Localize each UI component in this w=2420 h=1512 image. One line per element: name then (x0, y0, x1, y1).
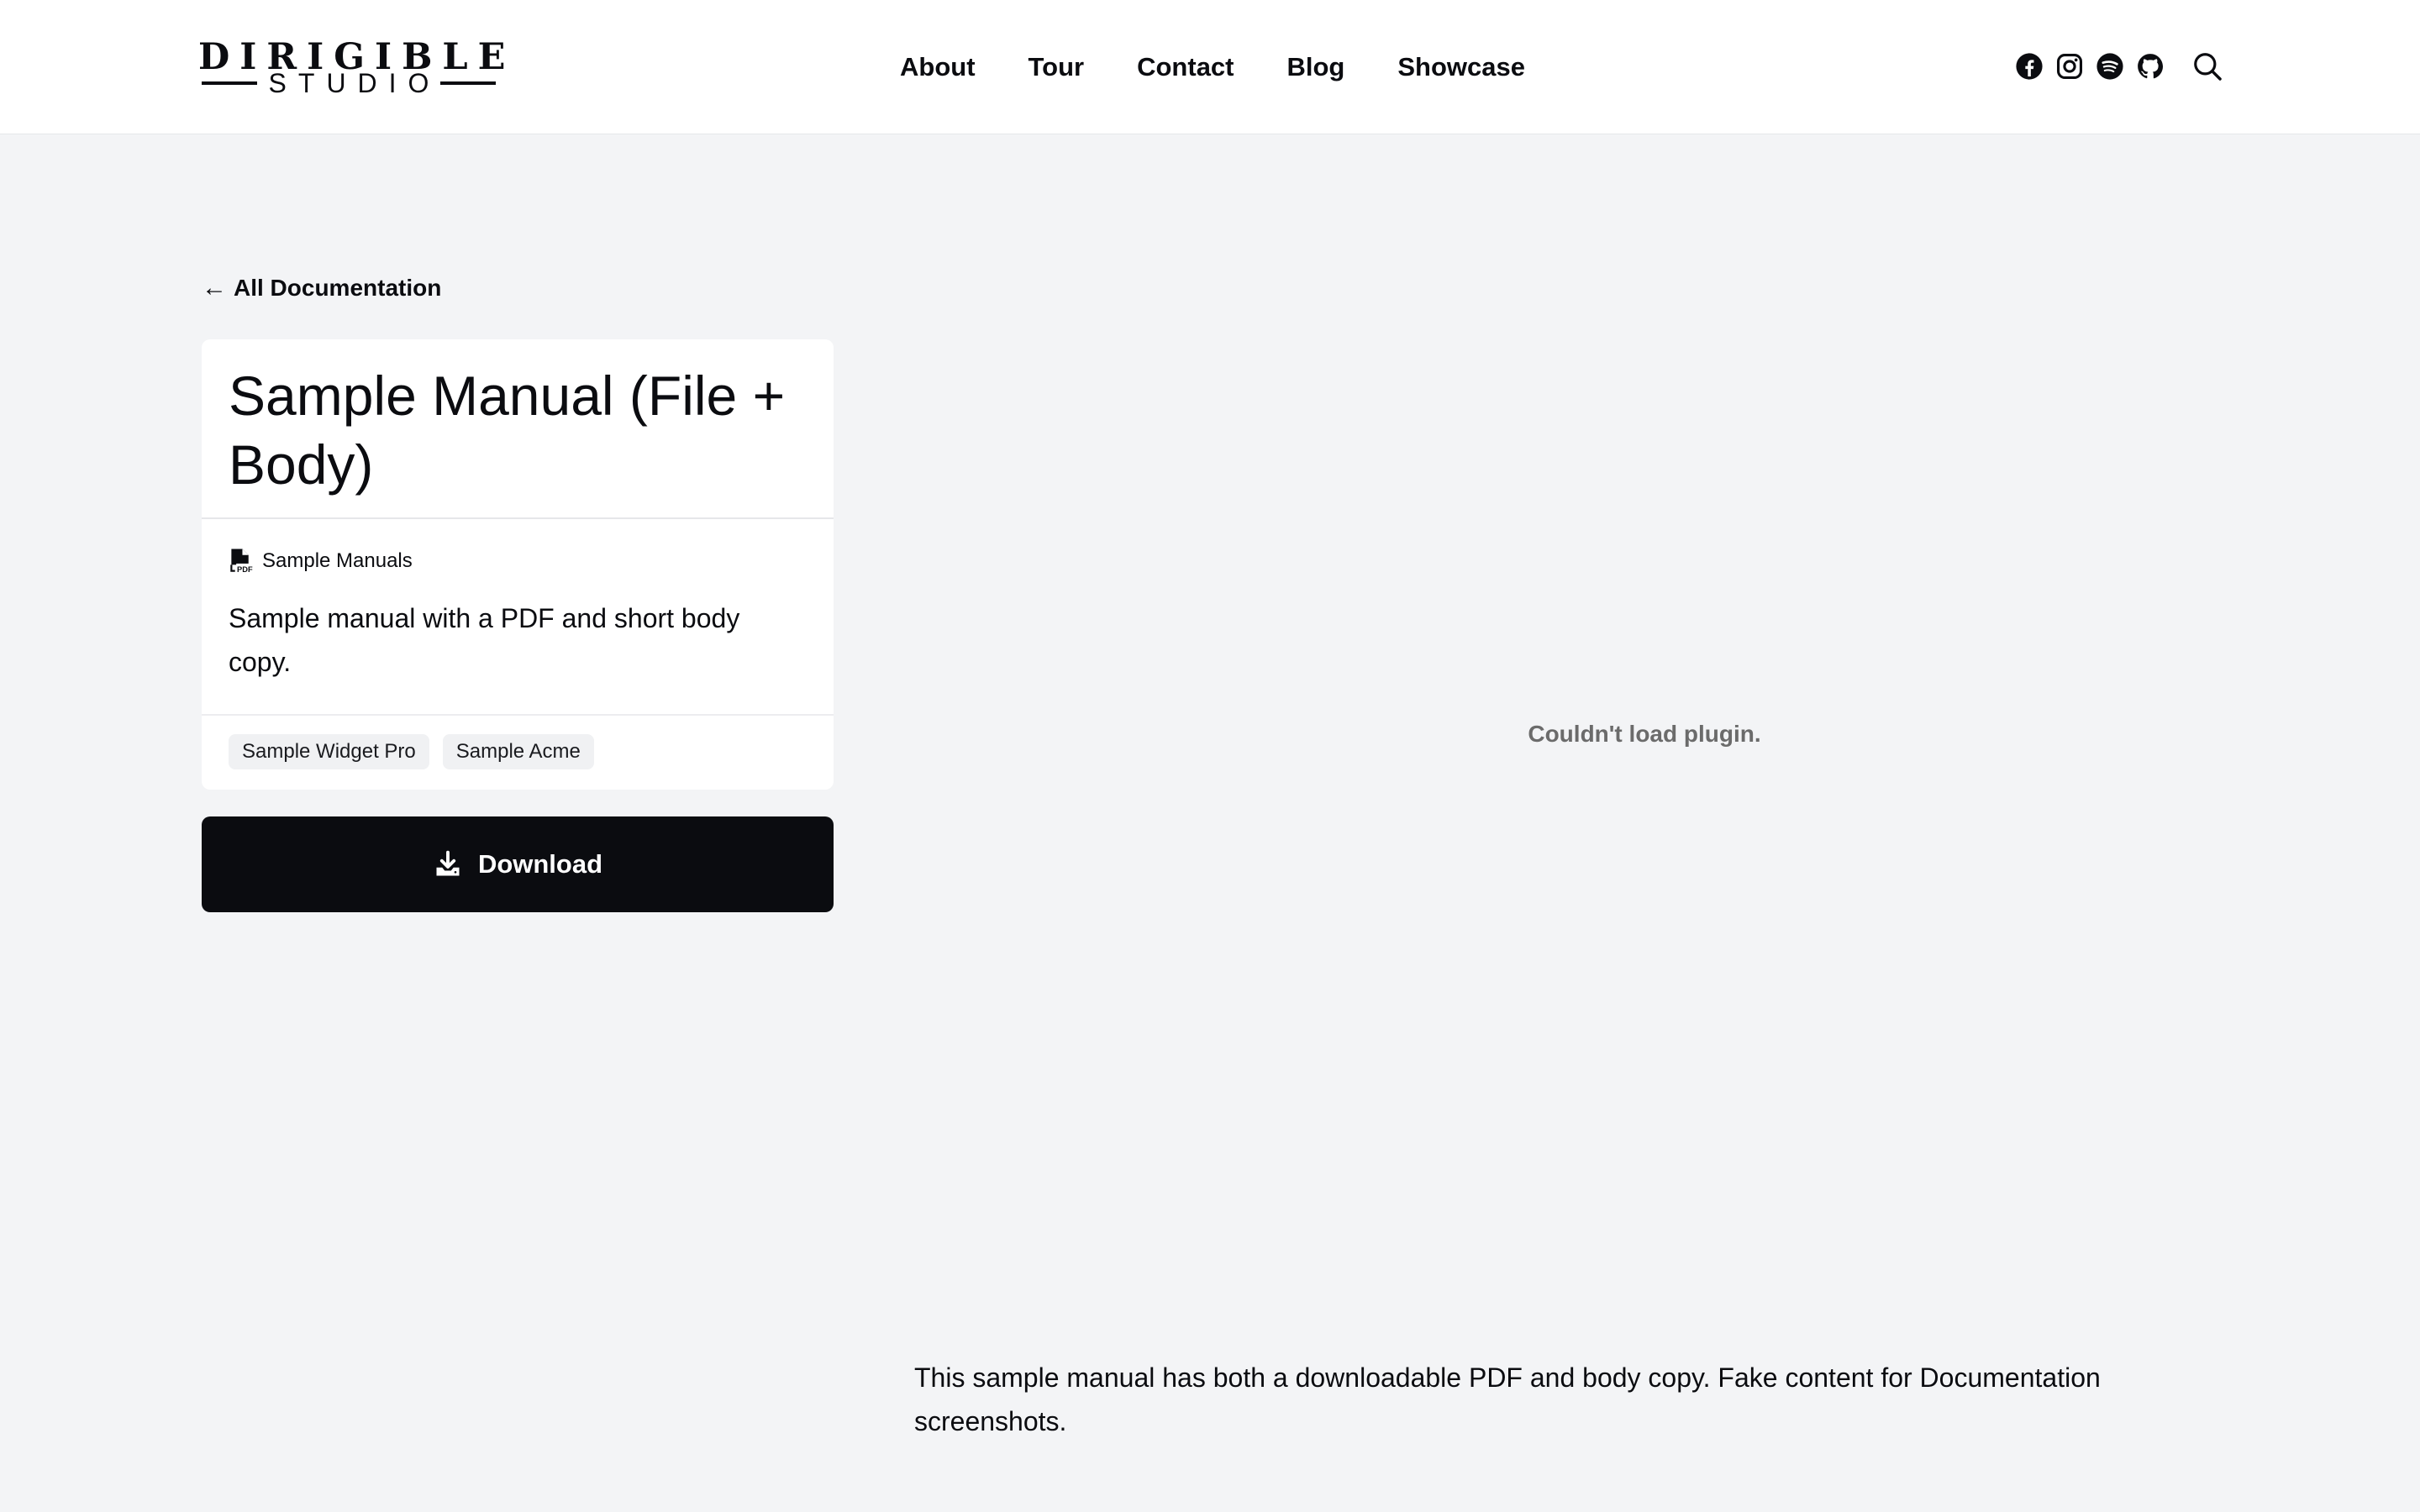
category-name: Sample Manuals (262, 549, 413, 572)
nav-item-contact[interactable]: Contact (1137, 52, 1234, 82)
facebook-icon[interactable] (2015, 52, 2044, 81)
arrow-left-icon: ← (202, 274, 227, 302)
back-to-all-documentation-link[interactable]: ← All Documentation (202, 274, 441, 302)
category-label[interactable]: PDF Sample Manuals (229, 548, 413, 575)
download-label: Download (477, 849, 603, 879)
tag-list: Sample Widget Pro Sample Acme (202, 716, 834, 788)
site-header: DIRIGIBLE STUDIO About Tour Contact Blog… (0, 0, 2420, 134)
tag-sample-acme[interactable]: Sample Acme (442, 734, 594, 769)
tag-sample-widget-pro[interactable]: Sample Widget Pro (229, 734, 429, 769)
pdf-embed-viewer[interactable]: Couldn't load plugin. (914, 274, 2217, 1270)
instagram-icon[interactable] (2055, 52, 2084, 81)
site-logo[interactable]: DIRIGIBLE STUDIO (198, 39, 505, 98)
github-icon[interactable] (2136, 52, 2165, 81)
plugin-error-message: Couldn't load plugin. (1528, 721, 1761, 747)
svg-text:PDF: PDF (237, 565, 253, 574)
logo-subtitle: STUDIO (268, 68, 441, 98)
manual-card: Sample Manual (File + Body) PDF Sample M… (202, 339, 834, 790)
search-icon[interactable] (2191, 50, 2223, 82)
pdf-file-icon: PDF (230, 549, 254, 574)
nav-item-blog[interactable]: Blog (1287, 52, 1345, 82)
back-link-label: All Documentation (234, 275, 442, 301)
nav-item-about[interactable]: About (900, 52, 976, 82)
manual-description: Sample manual with a PDF and short body … (229, 603, 740, 677)
manual-body-copy: This sample manual has both a downloadab… (914, 1362, 2101, 1436)
logo-rule-right (440, 81, 496, 85)
nav-item-showcase[interactable]: Showcase (1397, 52, 1525, 82)
download-button[interactable]: Download (202, 816, 834, 912)
download-icon (436, 850, 460, 876)
page-title: Sample Manual (File + Body) (202, 339, 834, 519)
logo-rule-left (202, 81, 257, 85)
manual-card-body: PDF Sample Manuals Sample manual with a … (202, 519, 834, 716)
spotify-icon[interactable] (2096, 52, 2124, 81)
logo-subline: STUDIO (202, 68, 496, 98)
social-links (2015, 50, 2223, 82)
main-nav: About Tour Contact Blog Showcase (900, 44, 1525, 91)
nav-item-tour[interactable]: Tour (1028, 52, 1085, 82)
